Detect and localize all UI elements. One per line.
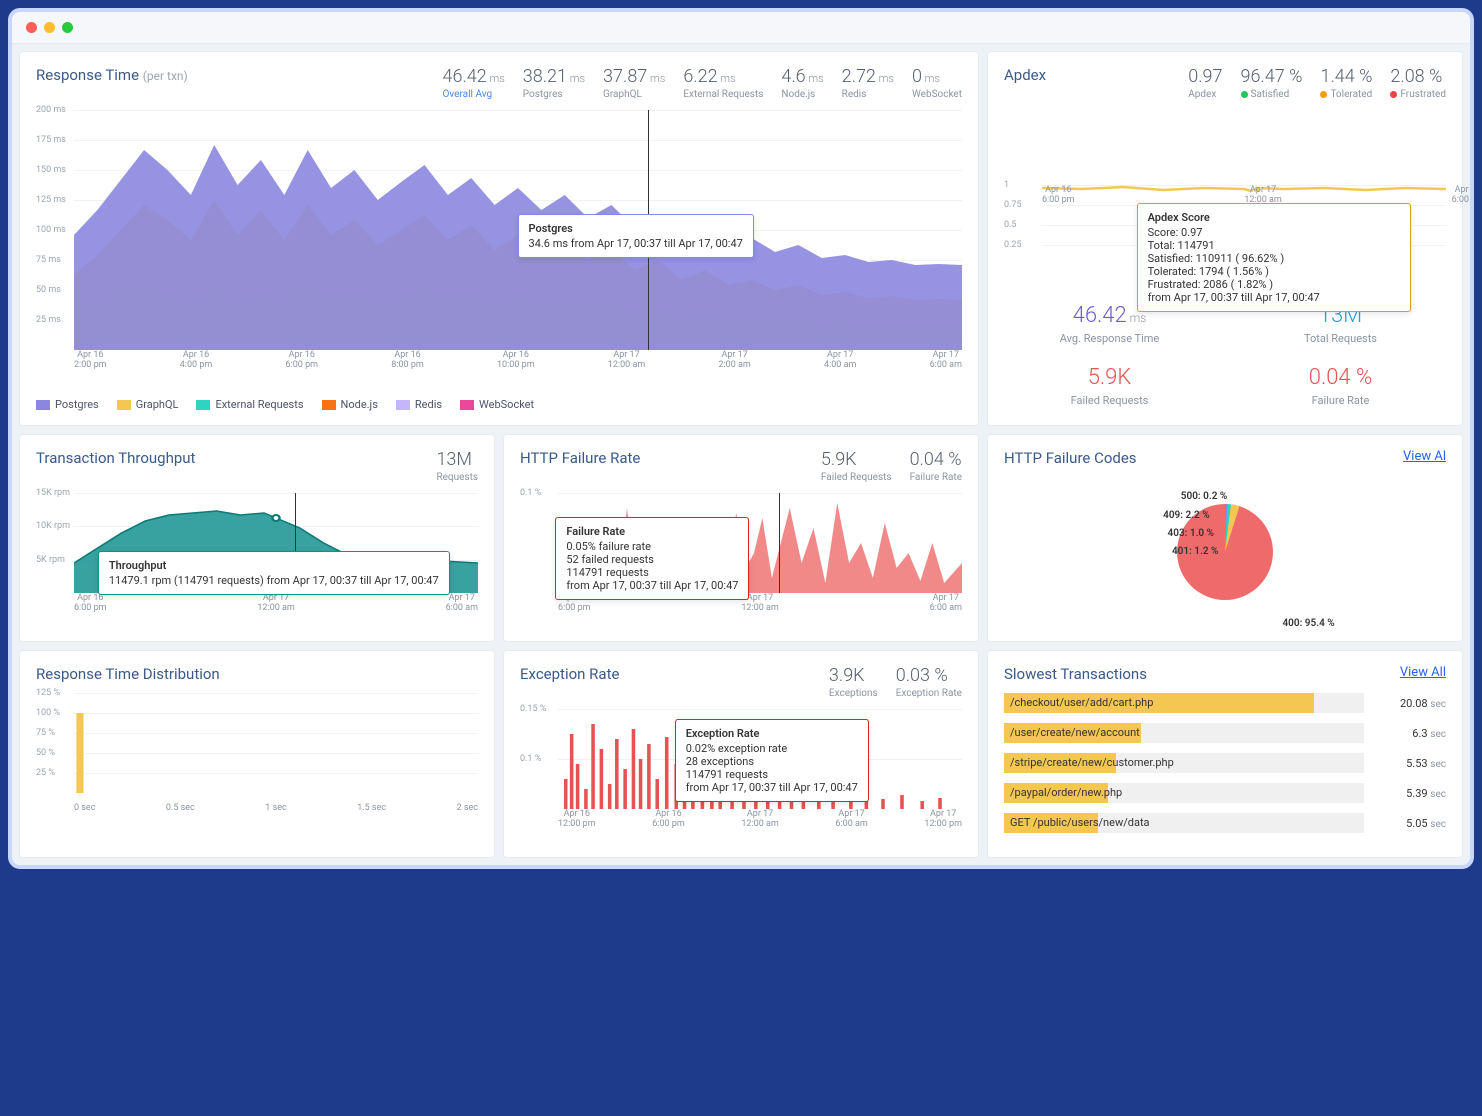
transaction-row[interactable]: /checkout/user/add/cart.php 20.08 sec — [1004, 693, 1446, 713]
metric: 46.42 ms Overall Avg — [443, 66, 505, 100]
legend-item[interactable]: WebSocket — [460, 398, 534, 411]
card-slowest-transactions: Slowest Transactions View All /checkout/… — [988, 651, 1462, 857]
failure-rate-chart[interactable]: 0.1 % Failure Rate 0.05% failure rate52 … — [520, 493, 962, 613]
rt-distribution-chart[interactable]: 125 %100 %75 %50 %25 % 0 sec0.5 sec1 sec… — [36, 693, 478, 813]
metric: 0.03 % Exception Rate — [896, 665, 962, 699]
card-title: HTTP Failure Codes — [1004, 449, 1137, 467]
card-apdex: Apdex 0.97 Apdex 96.47 % Satisfied 1.44 … — [988, 52, 1462, 425]
apdex-tooltip: Apdex Score Score: 0.97Total: 114791Sati… — [1137, 203, 1411, 312]
view-all-link[interactable]: View All — [1400, 665, 1446, 680]
exception-rate-tooltip: Exception Rate 0.02% exception rate28 ex… — [675, 719, 869, 802]
card-title: Response Time (per txn) — [36, 66, 188, 84]
transaction-row[interactable]: /paypal/order/new.php 5.39 sec — [1004, 783, 1446, 803]
close-icon[interactable] — [26, 22, 37, 33]
chart-cursor — [779, 493, 780, 593]
metric: 38.21 ms Postgres — [523, 66, 585, 100]
pie-label: 400: 95.4 % — [1282, 618, 1334, 629]
card-title: Response Time Distribution — [36, 665, 220, 683]
failure-codes-pie[interactable]: 500: 0.2 % 409: 2.2 % 403: 1.0 % 401: 1.2 %… — [1004, 477, 1446, 627]
card-failure-rate: HTTP Failure Rate 5.9K Failed Requests 0… — [504, 435, 978, 641]
legend-item[interactable]: Redis — [396, 398, 442, 411]
titlebar — [12, 12, 1470, 44]
pie-label: 500: 0.2 % — [1181, 491, 1227, 502]
transaction-row[interactable]: GET /public/users/new/data 5.05 sec — [1004, 813, 1446, 833]
metric: 6.22 ms External Requests — [683, 66, 763, 100]
response-time-chart[interactable]: 200 ms175 ms150 ms125 ms100 ms75 ms50 ms… — [36, 110, 962, 370]
response-time-legend: Postgres GraphQL External Requests Node.js R… — [36, 398, 962, 411]
throughput-chart[interactable]: 15K rpm10K rpm5K rpm Throughput 11479.1 … — [36, 493, 478, 613]
legend-item[interactable]: GraphQL — [117, 398, 179, 411]
maximize-icon[interactable] — [62, 22, 73, 33]
metric: 4.6 ms Node.js — [781, 66, 823, 100]
pie-label: 403: 1.0 % — [1168, 528, 1214, 539]
response-time-metrics: 46.42 ms Overall Avg 38.21 ms Postgres 3… — [443, 66, 962, 100]
slowest-transactions-list: /checkout/user/add/cart.php 20.08 sec /u… — [1004, 693, 1446, 833]
exception-rate-metrics: 3.9K Exceptions 0.03 % Exception Rate — [829, 665, 962, 699]
card-title: HTTP Failure Rate — [520, 449, 640, 467]
metric: 13M Requests — [436, 449, 478, 483]
kpi-failure-rate: 0.04 % Failure Rate — [1235, 365, 1446, 407]
metric: 96.47 % Satisfied — [1241, 66, 1303, 100]
card-title: Exception Rate — [520, 665, 619, 683]
failure-rate-metrics: 5.9K Failed Requests 0.04 % Failure Rate — [821, 449, 962, 483]
transaction-row[interactable]: /stripe/create/new/customer.php 5.53 sec — [1004, 753, 1446, 773]
kpi-failed-requests: 5.9K Failed Requests — [1004, 365, 1215, 407]
metric: 0 ms WebSocket — [912, 66, 962, 100]
minimize-icon[interactable] — [44, 22, 55, 33]
metric: 2.72 ms Redis — [842, 66, 894, 100]
legend-item[interactable]: External Requests — [196, 398, 303, 411]
failure-rate-tooltip: Failure Rate 0.05% failure rate52 failed… — [555, 517, 749, 600]
card-rt-distribution: Response Time Distribution 125 %100 %75 … — [20, 651, 494, 857]
throughput-metrics: 13M Requests — [436, 449, 478, 483]
dashboard-grid: Response Time (per txn) 46.42 ms Overall… — [12, 44, 1470, 865]
pie-label: 409: 2.2 % — [1163, 510, 1209, 521]
pie-label: 401: 1.2 % — [1172, 546, 1218, 557]
throughput-tooltip: Throughput 11479.1 rpm (114791 requests)… — [98, 551, 450, 595]
apdex-chart[interactable]: 10.750.50.25 Apdex Score Score: 0.97Tota… — [1004, 185, 1446, 285]
exception-rate-chart[interactable]: 0.15 %0.1 % — [520, 709, 962, 829]
legend-item[interactable]: Postgres — [36, 398, 99, 411]
metric: 0.04 % Failure Rate — [910, 449, 962, 483]
metric: 2.08 % Frustrated — [1390, 66, 1446, 100]
metric: 0.97 Apdex — [1188, 66, 1222, 100]
app-window: Response Time (per txn) 46.42 ms Overall… — [8, 8, 1474, 869]
card-throughput: Transaction Throughput 13M Requests 15K … — [20, 435, 494, 641]
card-title: Transaction Throughput — [36, 449, 195, 467]
view-all-link[interactable]: View Al — [1403, 449, 1446, 464]
metric: 1.44 % Tolerated — [1320, 66, 1372, 100]
metric: 37.87 ms GraphQL — [603, 66, 665, 100]
apdex-kpi-grid: 46.42 ms Avg. Response Time 13M Total Re… — [1004, 303, 1446, 407]
metric: 3.9K Exceptions — [829, 665, 878, 699]
card-exception-rate: Exception Rate 3.9K Exceptions 0.03 % Ex… — [504, 651, 978, 857]
response-time-tooltip: Postgres 34.6 ms from Apr 17, 00:37 till… — [518, 214, 754, 258]
transaction-row[interactable]: /user/create/new/account 6.3 sec — [1004, 723, 1446, 743]
card-title: Apdex — [1004, 66, 1046, 84]
card-title: Slowest Transactions — [1004, 665, 1147, 683]
legend-item[interactable]: Node.js — [322, 398, 378, 411]
metric: 5.9K Failed Requests — [821, 449, 892, 483]
card-response-time: Response Time (per txn) 46.42 ms Overall… — [20, 52, 978, 425]
apdex-metrics: 0.97 Apdex 96.47 % Satisfied 1.44 % Tole… — [1188, 66, 1446, 100]
card-failure-codes: HTTP Failure Codes View Al 500: 0.2 % 409… — [988, 435, 1462, 641]
